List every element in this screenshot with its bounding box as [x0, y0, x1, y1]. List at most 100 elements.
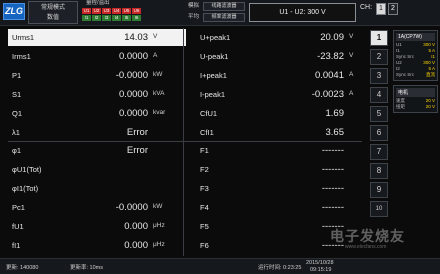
- measurement-row[interactable]: fU1 0.000 μHz F5 -------: [8, 217, 362, 238]
- right-param-name[interactable]: I+peak1: [200, 71, 227, 80]
- page-button-3[interactable]: 3: [370, 68, 388, 84]
- page-button-8[interactable]: 8: [370, 163, 388, 179]
- right-param-name[interactable]: F5: [200, 222, 209, 231]
- time: 09:15:19: [310, 267, 332, 273]
- input-config-group: 1A(CP7W) U1 300 V I1 5 A Sync Src I1 U2 300 V I2…: [393, 30, 438, 81]
- line-filter-button[interactable]: 线路滤波器: [203, 2, 245, 11]
- motor-config-group: 电机 速度 20 V 扭矩 20 V: [393, 85, 438, 113]
- channel-indicator: U1: [82, 8, 91, 14]
- right-param-value: -------: [321, 202, 344, 214]
- right-param-name[interactable]: U+peak1: [200, 33, 230, 42]
- right-param-unit: A: [349, 89, 354, 97]
- page-button-4[interactable]: 4: [370, 87, 388, 103]
- right-param-name[interactable]: F1: [200, 146, 209, 155]
- left-cell[interactable]: Urms1 14.03 V: [8, 29, 186, 46]
- left-param-unit: A: [153, 51, 158, 59]
- measurement-row[interactable]: S1 0.0000 kVA I-peak1 -0.0023 A: [8, 85, 362, 106]
- channel-indicator: I5: [122, 15, 131, 21]
- date: 2015/10/28: [306, 260, 334, 266]
- channel-1-button[interactable]: 1: [376, 3, 386, 15]
- left-param-value: 14.03: [124, 32, 148, 43]
- left-param-name: fU1: [12, 222, 24, 231]
- right-param-value: 20.09: [320, 32, 344, 43]
- left-param-name: φI1(Tot): [12, 184, 39, 194]
- channel-indicator: I1: [82, 15, 91, 21]
- left-cell[interactable]: φU1(Tot): [8, 161, 186, 178]
- column-divider: [183, 28, 184, 256]
- config-value: 20 V: [425, 104, 435, 109]
- measurement-row[interactable]: fI1 0.000 μHz F6 -------: [8, 236, 362, 257]
- page-button-2[interactable]: 2: [370, 49, 388, 65]
- left-cell[interactable]: Q1 0.0000 kvar: [8, 105, 186, 122]
- brand-logo: ZLG: [3, 3, 25, 20]
- formula-display[interactable]: U1 - U2: 300 V: [249, 3, 356, 22]
- measurement-row[interactable]: Pc1 -0.0000 kW F4 -------: [8, 198, 362, 219]
- right-param-name[interactable]: F4: [200, 203, 209, 212]
- config-line: Sync Src 直流: [396, 72, 435, 78]
- right-param-name[interactable]: F6: [200, 241, 209, 250]
- right-param-name[interactable]: F3: [200, 184, 209, 193]
- right-param-value: -------: [321, 145, 344, 157]
- config-value: 直流: [426, 72, 435, 77]
- channel-indicator: I2: [92, 15, 101, 21]
- update-rate: 更新率: 10ms: [70, 265, 104, 271]
- measurement-table: Urms1 14.03 V U+peak1 20.09 V Irms1 0.0000 A U-pe…: [8, 28, 362, 256]
- measurement-row[interactable]: λ1 Error CfI1 3.65: [8, 123, 362, 144]
- input-config-title: 1A(CP7W): [396, 33, 435, 41]
- page-button-9[interactable]: 9: [370, 182, 388, 198]
- left-cell[interactable]: Pc1 -0.0000 kW: [8, 199, 186, 216]
- left-cell[interactable]: λ1 Error: [8, 124, 186, 141]
- page-button-1[interactable]: 1: [370, 30, 388, 46]
- left-cell[interactable]: φ1 Error: [8, 142, 186, 159]
- right-param-value: 1.69: [325, 107, 345, 119]
- left-param-name: S1: [12, 89, 22, 99]
- left-cell[interactable]: P1 -0.0000 kW: [8, 67, 186, 84]
- channel-indicator: I6: [132, 15, 141, 21]
- measurement-row[interactable]: φ1 Error F1 -------: [8, 141, 362, 162]
- measurement-row[interactable]: P1 -0.0000 kW I+peak1 0.0041 A: [8, 66, 362, 87]
- mode-label: 常规模式: [40, 5, 65, 11]
- right-param-name[interactable]: CfI1: [200, 128, 214, 137]
- mode-indicator[interactable]: 常规模式 数值: [28, 1, 78, 24]
- page-button-6[interactable]: 6: [370, 125, 388, 141]
- page-button-5[interactable]: 5: [370, 106, 388, 122]
- channel-indicator: U3: [102, 8, 111, 14]
- right-param-value: -0.0023: [311, 88, 344, 100]
- left-param-value: 0.0000: [118, 88, 148, 100]
- measurement-row[interactable]: φI1(Tot) F3 -------: [8, 179, 362, 200]
- left-param-name: fI1: [12, 240, 21, 250]
- watermark-logo: 电子发烧友: [330, 228, 405, 244]
- left-cell[interactable]: fU1 0.000 μHz: [8, 218, 186, 235]
- measurement-row[interactable]: Irms1 0.0000 A U-peak1 -23.82 V: [8, 47, 362, 68]
- measurement-row[interactable]: φU1(Tot) F2 -------: [8, 160, 362, 181]
- right-param-name[interactable]: I-peak1: [200, 90, 225, 99]
- scale-title: 量程/溢出: [86, 0, 110, 6]
- left-param-name: φ1: [12, 146, 22, 156]
- left-cell[interactable]: φI1(Tot): [8, 180, 186, 197]
- left-param-name: Urms1: [12, 33, 35, 42]
- channel-indicator: U2: [92, 8, 101, 14]
- right-param-name[interactable]: F2: [200, 165, 209, 174]
- right-param-value: -------: [321, 183, 344, 195]
- right-param-name[interactable]: CfU1: [200, 109, 217, 118]
- left-param-unit: kVA: [153, 89, 165, 97]
- channel-2-button[interactable]: 2: [388, 3, 398, 15]
- right-param-name[interactable]: U-peak1: [200, 52, 228, 61]
- measurement-row[interactable]: Urms1 14.03 V U+peak1 20.09 V: [8, 28, 362, 49]
- right-param-value: 3.65: [325, 126, 345, 138]
- left-cell[interactable]: S1 0.0000 kVA: [8, 86, 186, 103]
- left-cell[interactable]: Irms1 0.0000 A: [8, 48, 186, 65]
- left-cell[interactable]: fI1 0.000 μHz: [8, 237, 186, 254]
- range-label: 模拟: [188, 3, 200, 9]
- measurement-row[interactable]: Q1 0.0000 kvar CfU1 1.69: [8, 104, 362, 125]
- freq-filter-button[interactable]: 频率滤波器: [203, 13, 245, 22]
- right-param-unit: A: [349, 70, 354, 78]
- motor-config-title: 电机: [396, 88, 435, 97]
- page-selector: 1 2 3 4 5 6 7 8 9 10: [370, 30, 390, 246]
- page-button-10[interactable]: 10: [370, 201, 388, 217]
- channel-indicator: I3: [102, 15, 111, 21]
- left-param-value: 0.000: [124, 221, 148, 232]
- watermark-url: www.elecfans.com: [345, 244, 387, 250]
- page-button-7[interactable]: 7: [370, 144, 388, 160]
- left-param-value: -0.0000: [115, 202, 148, 214]
